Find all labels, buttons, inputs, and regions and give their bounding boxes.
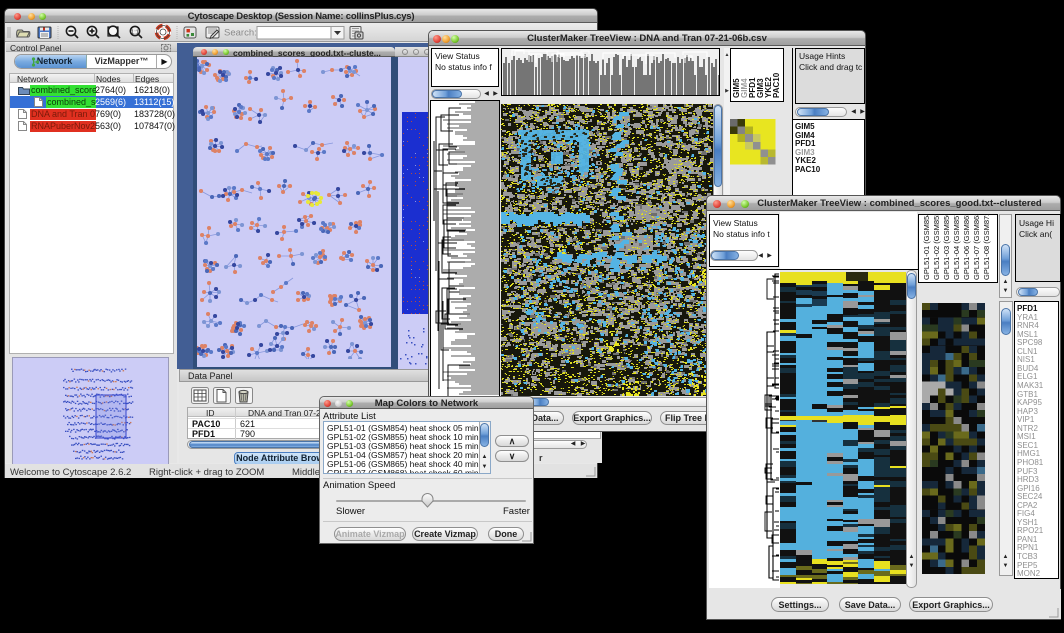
svg-text:GPL51-08 (GSM872): GPL51-08 (GSM872)	[982, 214, 991, 280]
svg-text:PAC10: PAC10	[772, 72, 781, 98]
svg-text:GPL51-02 (GSM855): GPL51-02 (GSM855)	[932, 214, 941, 280]
svg-text:GPL51-06 (GSM865): GPL51-06 (GSM865)	[962, 214, 971, 280]
svg-text:GPL51-03 (GSM856): GPL51-03 (GSM856)	[942, 214, 951, 280]
svg-text:GPL51-04 (GSM857): GPL51-04 (GSM857)	[952, 214, 961, 280]
svg-text:Search:: Search:	[224, 28, 257, 39]
svg-text:GPL51-07 (GSM868): GPL51-07 (GSM868)	[972, 214, 981, 280]
svg-text:GPL51-01 (GSM854): GPL51-01 (GSM854)	[922, 214, 931, 280]
svg-text:1:1: 1:1	[131, 29, 139, 35]
